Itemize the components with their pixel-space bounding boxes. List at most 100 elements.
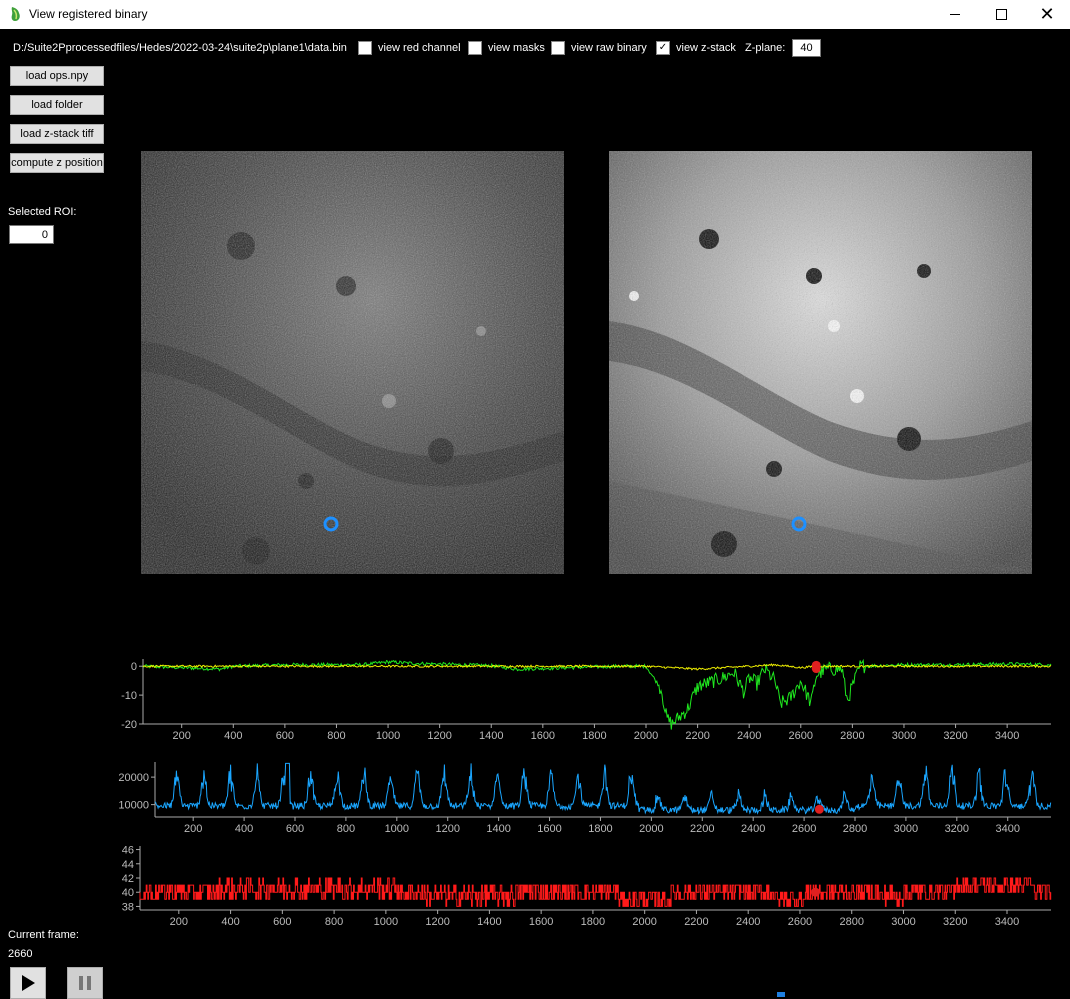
x-tick-label: 1000 [374,916,398,927]
close-button[interactable]: ✕ [1024,0,1070,29]
checkbox-label: view raw binary [571,42,647,54]
maximize-icon [995,9,1007,20]
x-tick-label: 1400 [486,823,510,835]
blue-series-line [154,762,1052,815]
y-tick-label: 42 [122,873,134,885]
current-frame-marker [814,804,824,814]
x-tick-label: 3400 [995,730,1019,740]
x-tick-label: 600 [286,823,304,835]
x-tick-label: 1200 [427,730,451,740]
y-tick-label: 38 [122,901,134,913]
checkbox-box[interactable] [468,41,482,55]
compute-z-position-button[interactable]: compute z position [10,153,104,173]
y-tick-label: -20 [121,719,137,731]
x-tick-label: 2000 [634,730,658,740]
x-tick-label: 3200 [943,916,967,927]
view-raw-binary-checkbox[interactable]: view raw binary [551,40,647,56]
z-stack-image[interactable] [609,151,1032,574]
view-z-stack-checkbox[interactable]: ✓ view z-stack [656,40,736,56]
app-icon [11,7,20,21]
pause-button[interactable] [67,967,103,999]
x-tick-label: 800 [325,916,343,927]
green-series-line [142,658,1052,730]
x-tick-label: 2000 [632,916,656,927]
x-tick-label: 200 [170,916,188,927]
frame-slider-handle[interactable] [777,992,785,997]
x-tick-label: 2800 [839,916,863,927]
offset-trace-plot[interactable]: 200 400 600 800 1000 1200 1400 1600 1800 2000 2200… [105,655,1055,740]
z-position-trace-plot[interactable]: 200 400 600 800 1000 1200 1400 1600 1800 2000 2200… [105,842,1055,927]
x-tick-label: 2200 [685,730,709,740]
x-tick-label: 800 [327,730,345,740]
y-tick-label: 10000 [118,800,149,812]
load-z-stack-tiff-button[interactable]: load z-stack tiff [10,124,104,144]
current-frame-value: 2660 [8,948,33,960]
y-tick-label: 44 [122,859,134,871]
x-tick-label: 400 [235,823,253,835]
checkbox-box[interactable] [551,41,565,55]
y-tick-label: 20000 [118,772,149,784]
checkbox-label: view masks [488,42,545,54]
x-tick-label: 2600 [789,730,813,740]
title-bar: View registered binary ✕ [0,0,1070,29]
x-tick-label: 1000 [385,823,409,835]
x-tick-label: 1600 [531,730,555,740]
x-tick-label: 3400 [995,916,1019,927]
y-tick-label: -10 [121,690,137,702]
play-icon [22,975,35,991]
selected-roi-input[interactable] [9,225,54,244]
y-tick-label: 0 [131,661,137,673]
red-series-line [139,877,1052,907]
pause-icon [79,976,91,990]
x-tick-label: 2600 [788,916,812,927]
view-red-channel-checkbox[interactable]: view red channel [358,40,461,56]
x-tick-label: 1000 [376,730,400,740]
x-tick-label: 1800 [581,916,605,927]
current-frame-label: Current frame: [8,929,79,941]
close-icon: ✕ [1039,4,1055,24]
z-plane-label: Z-plane: [745,42,786,54]
x-tick-label: 3000 [892,730,916,740]
x-tick-label: 1400 [479,730,503,740]
play-button[interactable] [10,967,46,999]
x-tick-label: 2600 [792,823,816,835]
registered-frame-image[interactable] [141,151,564,574]
x-tick-label: 2800 [843,823,867,835]
checkbox-box[interactable] [358,41,372,55]
current-frame-marker [811,664,821,674]
x-tick-label: 3200 [943,730,967,740]
x-tick-label: 400 [224,730,242,740]
maximize-button[interactable] [978,0,1024,29]
checkmark-icon: ✓ [658,42,668,53]
x-tick-label: 600 [276,730,294,740]
x-tick-label: 200 [184,823,202,835]
x-tick-label: 1600 [537,823,561,835]
x-tick-label: 600 [273,916,291,927]
x-tick-label: 1200 [425,916,449,927]
x-tick-label: 400 [221,916,239,927]
x-tick-label: 3400 [995,823,1019,835]
minimize-button[interactable] [932,0,978,29]
fluorescence-trace-plot[interactable]: 200 400 600 800 1000 1200 1400 1600 1800 2000 2200… [105,760,1055,835]
x-tick-label: 2400 [741,823,765,835]
x-tick-label: 2200 [690,823,714,835]
x-tick-label: 2400 [736,916,760,927]
y-tick-label: 46 [122,845,134,857]
view-masks-checkbox[interactable]: view masks [468,40,545,56]
x-tick-label: 1800 [588,823,612,835]
x-tick-label: 2400 [737,730,761,740]
checkbox-label: view red channel [378,42,461,54]
x-tick-label: 1400 [477,916,501,927]
x-tick-label: 800 [337,823,355,835]
load-ops-button[interactable]: load ops.npy [10,66,104,86]
x-tick-label: 1200 [435,823,459,835]
x-tick-label: 3000 [891,916,915,927]
x-tick-label: 3200 [945,823,969,835]
x-tick-label: 200 [173,730,191,740]
minimize-icon [950,14,960,15]
z-plane-input[interactable] [792,39,821,57]
load-folder-button[interactable]: load folder [10,95,104,115]
y-tick-label: 40 [122,887,134,899]
checkbox-label: view z-stack [676,42,736,54]
checkbox-box[interactable]: ✓ [656,41,670,55]
